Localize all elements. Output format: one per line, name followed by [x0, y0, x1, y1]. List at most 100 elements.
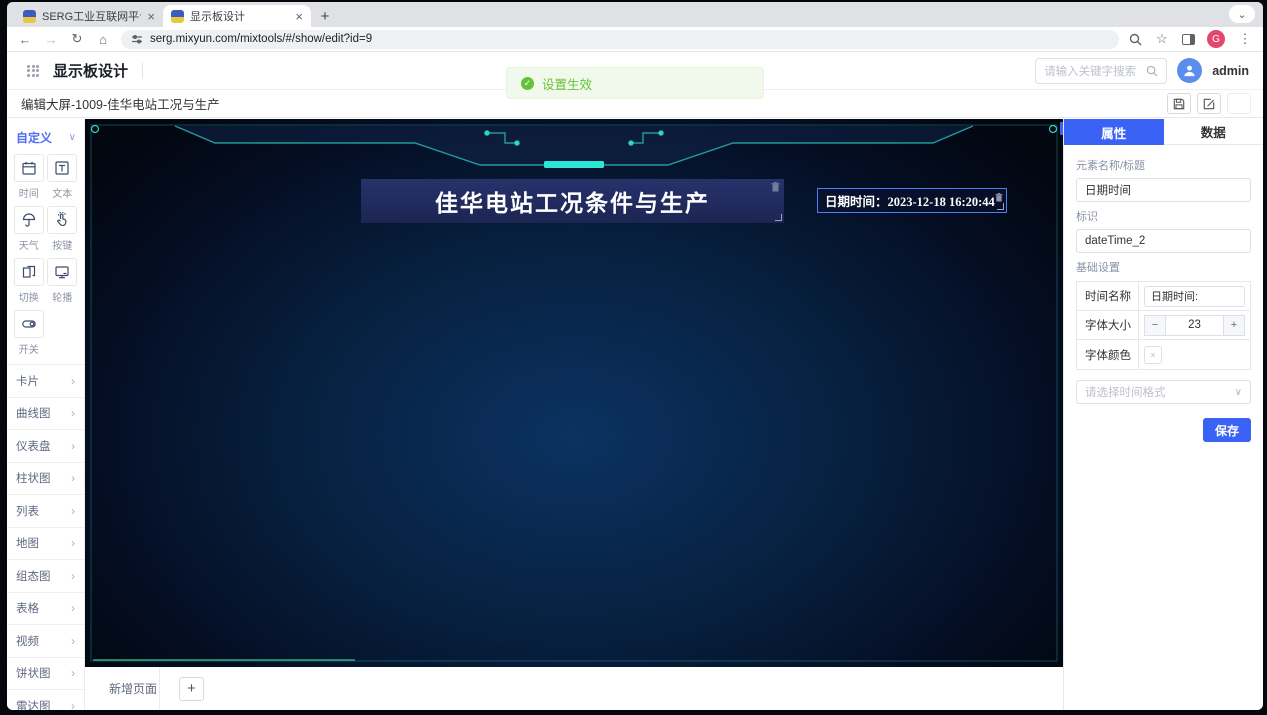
chevron-right-icon: ›	[71, 698, 75, 710]
design-canvas[interactable]: 佳华电站工况条件与生产 日期时间：2023-12-18 16:20:44	[85, 119, 1063, 667]
font-size-value[interactable]: 23	[1166, 314, 1223, 336]
element-name-input[interactable]: 日期时间	[1076, 178, 1251, 202]
tab-search-button[interactable]: ⌄	[1229, 5, 1255, 23]
browser-profile-avatar[interactable]: G	[1207, 30, 1225, 48]
edit-screen-button[interactable]	[1197, 93, 1221, 114]
bookmark-star-icon[interactable]: ☆	[1154, 31, 1170, 47]
time-format-select[interactable]: 请选择时间格式 ∨	[1076, 380, 1251, 404]
page-title: 显示板设计	[53, 63, 129, 80]
tab-attributes[interactable]: 属性	[1064, 119, 1164, 145]
edit-pencil-icon	[1203, 98, 1215, 109]
trash-icon[interactable]	[771, 182, 780, 192]
sidebar-group-custom[interactable]: 自定义 ∨	[7, 119, 84, 152]
switch-view-icon	[13, 258, 44, 286]
sidebar-item-scada[interactable]: 组态图 ›	[7, 559, 84, 592]
save-screen-button[interactable]	[1167, 93, 1191, 114]
basic-settings-label: 基础设置	[1076, 262, 1120, 274]
apps-grid-icon[interactable]	[27, 64, 39, 77]
canvas-scrollbar[interactable]	[1060, 122, 1063, 135]
floppy-save-icon	[1173, 98, 1185, 109]
success-toast: ✓ 设置生效	[506, 67, 764, 99]
screen-title-widget[interactable]: 佳华电站工况条件与生产	[361, 179, 784, 223]
chevron-right-icon: ›	[71, 633, 75, 648]
add-page-button[interactable]: +	[179, 676, 205, 701]
chevron-right-icon: ›	[71, 666, 75, 681]
widget-item-carousel[interactable]: 轮播	[46, 258, 80, 304]
sidebar-item-pie-chart[interactable]: 饼状图 ›	[7, 656, 84, 690]
color-swatch-empty[interactable]: ×	[1144, 345, 1162, 364]
url-field[interactable]: serg.mixyun.com/mixtools/#/show/edit?id=…	[121, 29, 1119, 49]
time-name-input[interactable]: 日期时间:	[1144, 285, 1245, 307]
calendar-icon	[13, 154, 44, 182]
user-avatar[interactable]	[1177, 58, 1203, 83]
pages-bar: 新增页面 +	[85, 667, 1063, 710]
username-label: admin	[1212, 63, 1249, 78]
widget-grid: 时间 文本 天气 按键 切换 轮播 开关	[7, 152, 84, 358]
time-format-placeholder: 请选择时间格式	[1085, 387, 1166, 399]
close-icon[interactable]: ×	[147, 10, 155, 23]
properties-panel: 属性 数据 元素名称/标题 日期时间 标识 dateTime_2 基础设置 时间…	[1063, 119, 1263, 710]
sidebar-item-gauge[interactable]: 仪表盘 ›	[7, 429, 84, 462]
carousel-icon	[47, 258, 78, 286]
side-panel-icon[interactable]	[1182, 33, 1195, 45]
kebab-menu-icon[interactable]: ⋮	[1237, 31, 1253, 47]
resize-handle[interactable]	[775, 214, 782, 221]
site-settings-icon[interactable]	[131, 33, 143, 45]
sidebar-item-table[interactable]: 表格 ›	[7, 591, 84, 625]
sidebar-item-list[interactable]: 列表 ›	[7, 494, 84, 527]
widget-item-time[interactable]: 时间	[12, 154, 46, 200]
extra-toolbar-button[interactable]	[1227, 93, 1251, 114]
tab-title: 显示板设计	[190, 11, 245, 23]
back-icon[interactable]: ←	[17, 32, 33, 47]
toggle-icon	[13, 310, 44, 338]
sidebar-item-bar-chart[interactable]: 柱状图 ›	[7, 461, 84, 495]
font-size-stepper: − 23 +	[1144, 314, 1245, 336]
breadcrumb: 编辑大屏-1009-佳华电站工况与生产	[21, 98, 220, 112]
widget-item-press[interactable]: 按键	[46, 206, 80, 252]
widget-item-text[interactable]: 文本	[46, 154, 80, 200]
datetime-widget-selected[interactable]: 日期时间：2023-12-18 16:20:44	[817, 188, 1007, 213]
stepper-plus-button[interactable]: +	[1223, 314, 1245, 336]
favicon	[171, 9, 184, 23]
press-icon	[47, 206, 78, 234]
sidebar-item-radar-chart[interactable]: 雷达图 ›	[7, 689, 84, 710]
toast-message: 设置生效	[542, 77, 593, 92]
chevron-right-icon: ›	[71, 438, 75, 453]
tab-data[interactable]: 数据	[1163, 119, 1263, 145]
sidebar-item-card[interactable]: 卡片 ›	[7, 364, 84, 397]
forward-icon[interactable]: →	[43, 32, 59, 47]
sidebar-item-line-chart[interactable]: 曲线图 ›	[7, 396, 84, 430]
sidebar-item-video[interactable]: 视频 ›	[7, 624, 84, 657]
close-icon[interactable]: ×	[295, 10, 303, 23]
new-tab-button[interactable]: +	[315, 6, 335, 26]
keyword-search-input[interactable]: 请输入关键字搜索	[1035, 57, 1168, 84]
category-list: 卡片 › 曲线图 › 仪表盘 › 柱状图 › 列表 › 地图 › 组态图 › 表格 › 视频 › …	[7, 364, 84, 710]
datetime-value: 2023-12-18 16:20:44	[887, 195, 995, 209]
browser-tab-serg[interactable]: SERG工业互联网平台 ×	[15, 5, 163, 27]
stepper-minus-button[interactable]: −	[1144, 314, 1166, 336]
browser-tab-designer[interactable]: 显示板设计 ×	[163, 5, 311, 27]
chevron-right-icon: ›	[71, 406, 75, 421]
check-circle-icon: ✓	[521, 76, 534, 90]
chevron-down-icon: ∨	[1234, 386, 1242, 398]
add-page-label: 新增页面	[109, 682, 158, 696]
resize-handle[interactable]	[997, 203, 1004, 210]
widget-item-weather[interactable]: 天气	[12, 206, 46, 252]
screen-title-text: 佳华电站工况条件与生产	[435, 190, 710, 216]
chevron-right-icon: ›	[71, 373, 75, 388]
widget-item-toggle[interactable]: 开关	[12, 310, 46, 356]
font-size-label: 字体大小	[1077, 311, 1139, 339]
home-icon[interactable]: ⌂	[95, 32, 111, 47]
table-row: 字体大小 − 23 +	[1077, 311, 1250, 340]
search-placeholder: 请输入关键字搜索	[1044, 65, 1137, 78]
reload-icon[interactable]: ↻	[69, 31, 85, 47]
sidebar-item-map[interactable]: 地图 ›	[7, 526, 84, 560]
zoom-icon[interactable]	[1129, 33, 1142, 46]
identifier-label: 标识	[1076, 211, 1098, 223]
trash-icon[interactable]	[995, 193, 1003, 202]
table-row: 字体颜色 ×	[1077, 340, 1250, 369]
save-button[interactable]: 保存	[1203, 418, 1251, 442]
identifier-input[interactable]: dateTime_2	[1076, 229, 1251, 253]
table-row: 时间名称 日期时间:	[1077, 282, 1250, 311]
widget-item-switch[interactable]: 切换	[12, 258, 46, 304]
